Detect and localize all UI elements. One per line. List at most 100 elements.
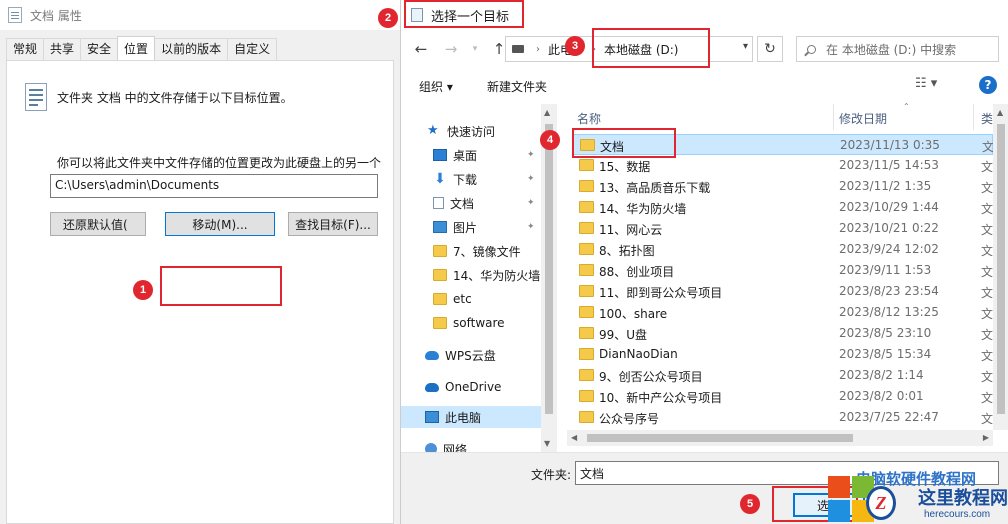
column-name[interactable]: 名称 bbox=[577, 110, 601, 127]
step-badge-2: 2 bbox=[378, 8, 398, 28]
tab-general[interactable]: 常规 bbox=[6, 38, 45, 60]
file-type: 文 bbox=[981, 202, 994, 216]
file-row[interactable]: 15、数据 2023/11/5 14:53 文 bbox=[573, 155, 993, 176]
watermark: 电脑软硬件教程网 Z 这里教程网 herecours.com bbox=[800, 468, 1008, 524]
file-row[interactable]: 9、创否公众号项目 2023/8/2 1:14 文 bbox=[573, 365, 993, 386]
file-row[interactable]: 10、新中产公众号项目 2023/8/2 0:01 文 bbox=[573, 386, 993, 407]
folder-icon bbox=[579, 348, 594, 360]
scroll-up-icon[interactable]: ▲ bbox=[997, 108, 1003, 117]
z-logo-icon: Z bbox=[866, 486, 896, 520]
hscroll-thumb[interactable] bbox=[587, 434, 853, 442]
restore-default-button[interactable]: 还原默认值( bbox=[50, 212, 146, 236]
tab-security[interactable]: 安全 bbox=[80, 38, 119, 60]
nav-pictures[interactable]: 图片 ✦ bbox=[401, 216, 541, 238]
new-folder-button[interactable]: 新建文件夹 bbox=[487, 78, 547, 95]
nav-folder-1[interactable]: 7、镜像文件 bbox=[401, 240, 541, 262]
tab-sharing[interactable]: 共享 bbox=[43, 38, 82, 60]
file-row[interactable]: 11、网心云 2023/10/21 0:22 文 bbox=[573, 218, 993, 239]
highlight-picker-title bbox=[404, 0, 524, 28]
find-target-button[interactable]: 查找目标(F)... bbox=[288, 212, 378, 236]
scroll-left-icon[interactable]: ◀ bbox=[571, 433, 577, 442]
file-row[interactable]: 88、创业项目 2023/9/11 1:53 文 bbox=[573, 260, 993, 281]
nav-network[interactable]: 网络 bbox=[401, 438, 541, 452]
properties-tabs: 常规 共享 安全 位置 以前的版本 自定义 bbox=[6, 36, 278, 60]
column-divider[interactable] bbox=[833, 104, 834, 130]
folder-icon bbox=[579, 159, 594, 171]
chevron-right-icon[interactable]: › bbox=[532, 44, 544, 55]
search-input[interactable]: 在 本地磁盘 (D:) 中搜索 bbox=[796, 36, 999, 62]
scroll-down-icon[interactable]: ▼ bbox=[544, 439, 550, 448]
file-scroll-thumb[interactable] bbox=[997, 124, 1005, 414]
history-chevron-icon[interactable]: ▾ bbox=[463, 37, 487, 61]
forward-arrow-icon[interactable]: → bbox=[439, 37, 463, 61]
location-intro-text: 文件夹 文档 中的文件存储于以下目标位置。 bbox=[57, 91, 293, 105]
file-list-scrollbar[interactable]: ▲ bbox=[993, 104, 1008, 430]
folder-icon bbox=[579, 201, 594, 213]
file-row[interactable]: 公众号序号 2023/7/25 22:47 文 bbox=[573, 407, 993, 428]
folder-icon bbox=[433, 293, 447, 305]
location-path-input[interactable]: C:\Users\admin\Documents bbox=[50, 174, 378, 198]
step-badge-3: 3 bbox=[565, 36, 585, 56]
organize-button[interactable]: 组织 ▾ bbox=[419, 78, 453, 95]
column-date[interactable]: 修改日期 bbox=[839, 110, 887, 127]
file-row[interactable]: 100、share 2023/8/12 13:25 文 bbox=[573, 302, 993, 323]
file-type: 文 bbox=[981, 244, 994, 258]
nav-scroll-thumb[interactable] bbox=[545, 124, 553, 414]
nav-wps-cloud[interactable]: WPS云盘 bbox=[401, 344, 541, 366]
nav-downloads[interactable]: ⬇ 下载 ✦ bbox=[401, 168, 541, 190]
nav-desktop[interactable]: 桌面 ✦ bbox=[401, 144, 541, 166]
back-arrow-icon[interactable]: ← bbox=[409, 37, 433, 61]
pin-icon: ✦ bbox=[527, 174, 535, 184]
scroll-right-icon[interactable]: ▶ bbox=[983, 433, 989, 442]
file-name: 10、新中产公众号项目 bbox=[599, 391, 723, 405]
move-button[interactable]: 移动(M)... bbox=[165, 212, 275, 236]
file-name: 11、网心云 bbox=[599, 223, 663, 237]
pin-icon: ✦ bbox=[527, 150, 535, 160]
file-row[interactable]: 11、即到哥公众号项目 2023/8/23 23:54 文 bbox=[573, 281, 993, 302]
help-icon[interactable]: ? bbox=[979, 76, 997, 94]
search-placeholder: 在 本地磁盘 (D:) 中搜索 bbox=[826, 42, 957, 57]
properties-title: 文档 属性 bbox=[30, 8, 82, 23]
pin-icon: ✦ bbox=[527, 198, 535, 208]
file-list-hscrollbar[interactable]: ◀ ▶ bbox=[567, 430, 993, 446]
nav-scrollbar[interactable]: ▲ ▼ bbox=[541, 104, 557, 452]
nav-quick-access[interactable]: ★ 快速访问 bbox=[401, 120, 541, 142]
nav-this-pc[interactable]: 此电脑 bbox=[401, 406, 541, 428]
nav-onedrive[interactable]: OneDrive bbox=[401, 376, 541, 398]
file-row[interactable]: 13、高品质音乐下载 2023/11/2 1:35 文 bbox=[573, 176, 993, 197]
sort-chevron-icon: ⌃ bbox=[903, 102, 910, 111]
nav-folder-3[interactable]: etc bbox=[401, 288, 541, 310]
document-icon bbox=[433, 197, 444, 209]
file-type: 文 bbox=[981, 391, 994, 405]
scroll-up-icon[interactable]: ▲ bbox=[544, 108, 550, 117]
folder-icon bbox=[433, 269, 447, 281]
column-type[interactable]: 类 bbox=[981, 110, 993, 127]
nav-documents[interactable]: 文档 ✦ bbox=[401, 192, 541, 214]
file-row[interactable]: 14、华为防火墙 2023/10/29 1:44 文 bbox=[573, 197, 993, 218]
file-list-header: 名称 ⌃ 修改日期 类 bbox=[567, 102, 993, 130]
file-row[interactable]: 99、U盘 2023/8/5 23:10 文 bbox=[573, 323, 993, 344]
file-date: 2023/9/11 1:53 bbox=[839, 263, 932, 277]
file-name: 100、share bbox=[599, 307, 668, 321]
nav-folder-4[interactable]: software bbox=[401, 312, 541, 334]
view-options-icon[interactable]: ☷ ▾ bbox=[915, 76, 937, 91]
desktop-icon bbox=[433, 149, 447, 161]
column-divider[interactable] bbox=[973, 104, 974, 130]
nav-folder-2[interactable]: 14、华为防火墙 bbox=[401, 264, 541, 286]
file-type: 文 bbox=[981, 307, 994, 321]
file-row[interactable]: 8、拓扑图 2023/9/24 12:02 文 bbox=[573, 239, 993, 260]
file-row[interactable]: DianNaoDian 2023/8/5 15:34 文 bbox=[573, 344, 993, 365]
chevron-down-icon[interactable]: ▾ bbox=[743, 41, 748, 52]
refresh-icon[interactable]: ↻ bbox=[757, 36, 783, 62]
file-date: 2023/11/2 1:35 bbox=[839, 179, 932, 193]
cloud-icon bbox=[425, 350, 439, 360]
tab-location[interactable]: 位置 bbox=[117, 36, 156, 60]
tab-previous-versions[interactable]: 以前的版本 bbox=[154, 38, 229, 60]
tab-customize[interactable]: 自定义 bbox=[227, 38, 278, 60]
file-type: 文 bbox=[981, 328, 994, 342]
file-type: 文 bbox=[981, 160, 994, 174]
step-badge-5: 5 bbox=[740, 494, 760, 514]
file-type: 文 bbox=[981, 349, 994, 363]
folder-icon bbox=[579, 306, 594, 318]
search-icon bbox=[807, 44, 816, 54]
